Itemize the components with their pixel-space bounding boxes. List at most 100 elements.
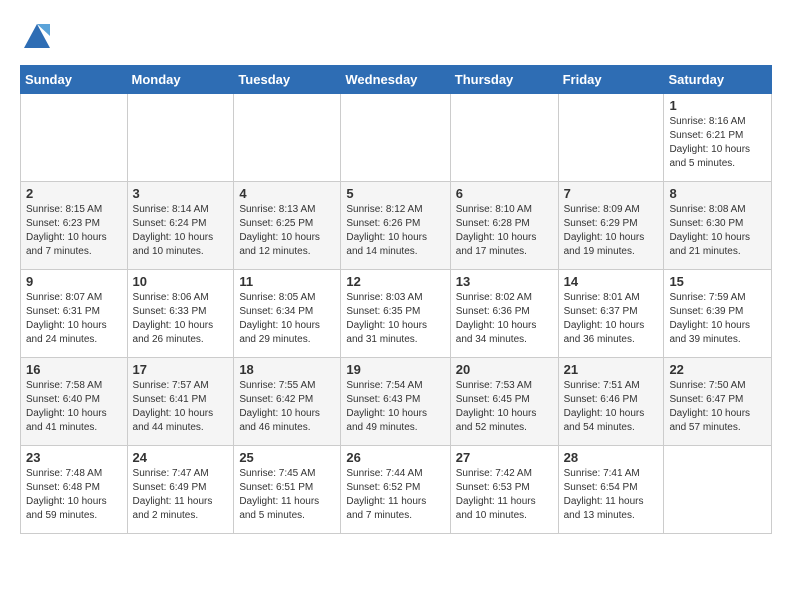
calendar-cell: 19 Sunrise: 7:54 AM Sunset: 6:43 PM Dayli…: [341, 358, 450, 446]
calendar-cell: 28 Sunrise: 7:41 AM Sunset: 6:54 PM Dayli…: [558, 446, 664, 534]
day-info: Sunrise: 7:44 AM Sunset: 6:52 PM Dayligh…: [346, 467, 444, 523]
day-number: 9: [26, 274, 122, 289]
day-number: 7: [564, 186, 659, 201]
day-info: Sunrise: 8:14 AM Sunset: 6:24 PM Dayligh…: [133, 203, 229, 259]
calendar-cell: [21, 94, 128, 182]
day-number: 11: [239, 274, 335, 289]
day-info: Sunrise: 7:48 AM Sunset: 6:48 PM Dayligh…: [26, 467, 122, 523]
calendar-cell: 3 Sunrise: 8:14 AM Sunset: 6:24 PM Daylig…: [127, 182, 234, 270]
day-number: 24: [133, 450, 229, 465]
calendar-cell: [558, 94, 664, 182]
day-number: 15: [669, 274, 766, 289]
calendar-cell: 4Sunrise: 8:13 AM Sunset: 6:25 PM Daylig…: [234, 182, 341, 270]
calendar-week-5: 23 Sunrise: 7:48 AM Sunset: 6:48 PM Dayli…: [21, 446, 772, 534]
day-info: Sunrise: 8:07 AM Sunset: 6:31 PM Dayligh…: [26, 291, 122, 347]
day-number: 20: [456, 362, 553, 377]
calendar-cell: 27 Sunrise: 7:42 AM Sunset: 6:53 PM Dayli…: [450, 446, 558, 534]
calendar-cell: 20 Sunrise: 7:53 AM Sunset: 6:45 PM Dayli…: [450, 358, 558, 446]
calendar-cell: 12 Sunrise: 8:03 AM Sunset: 6:35 PM Dayli…: [341, 270, 450, 358]
calendar-cell: 16 Sunrise: 7:58 AM Sunset: 6:40 PM Dayli…: [21, 358, 128, 446]
calendar-cell: 8 Sunrise: 8:08 AM Sunset: 6:30 PM Daylig…: [664, 182, 772, 270]
calendar-cell: 25 Sunrise: 7:45 AM Sunset: 6:51 PM Dayli…: [234, 446, 341, 534]
weekday-header-thursday: Thursday: [450, 66, 558, 94]
weekday-header-tuesday: Tuesday: [234, 66, 341, 94]
weekday-header-sunday: Sunday: [21, 66, 128, 94]
day-number: 22: [669, 362, 766, 377]
day-number: 21: [564, 362, 659, 377]
day-number: 16: [26, 362, 122, 377]
calendar-cell: 1 Sunrise: 8:16 AM Sunset: 6:21 PM Daylig…: [664, 94, 772, 182]
day-info: Sunrise: 8:10 AM Sunset: 6:28 PM Dayligh…: [456, 203, 553, 259]
day-info: Sunrise: 8:03 AM Sunset: 6:35 PM Dayligh…: [346, 291, 444, 347]
day-info: Sunrise: 7:50 AM Sunset: 6:47 PM Dayligh…: [669, 379, 766, 435]
day-info: Sunrise: 8:16 AM Sunset: 6:21 PM Dayligh…: [669, 115, 766, 171]
calendar-cell: 26 Sunrise: 7:44 AM Sunset: 6:52 PM Dayli…: [341, 446, 450, 534]
day-number: 14: [564, 274, 659, 289]
calendar-cell: 14Sunrise: 8:01 AM Sunset: 6:37 PM Dayli…: [558, 270, 664, 358]
calendar-week-1: 1 Sunrise: 8:16 AM Sunset: 6:21 PM Daylig…: [21, 94, 772, 182]
day-info: Sunrise: 7:59 AM Sunset: 6:39 PM Dayligh…: [669, 291, 766, 347]
day-info: Sunrise: 7:57 AM Sunset: 6:41 PM Dayligh…: [133, 379, 229, 435]
calendar-cell: [127, 94, 234, 182]
calendar-cell: 24 Sunrise: 7:47 AM Sunset: 6:49 PM Dayli…: [127, 446, 234, 534]
day-number: 8: [669, 186, 766, 201]
day-number: 12: [346, 274, 444, 289]
day-number: 1: [669, 98, 766, 113]
day-info: Sunrise: 7:41 AM Sunset: 6:54 PM Dayligh…: [564, 467, 659, 523]
calendar-cell: 13 Sunrise: 8:02 AM Sunset: 6:36 PM Dayli…: [450, 270, 558, 358]
calendar-cell: 2Sunrise: 8:15 AM Sunset: 6:23 PM Daylig…: [21, 182, 128, 270]
day-number: 3: [133, 186, 229, 201]
calendar-cell: [341, 94, 450, 182]
day-info: Sunrise: 7:42 AM Sunset: 6:53 PM Dayligh…: [456, 467, 553, 523]
calendar-table: SundayMondayTuesdayWednesdayThursdayFrid…: [20, 65, 772, 534]
day-info: Sunrise: 7:53 AM Sunset: 6:45 PM Dayligh…: [456, 379, 553, 435]
day-number: 5: [346, 186, 444, 201]
calendar-cell: 5 Sunrise: 8:12 AM Sunset: 6:26 PM Daylig…: [341, 182, 450, 270]
calendar-cell: 23 Sunrise: 7:48 AM Sunset: 6:48 PM Dayli…: [21, 446, 128, 534]
calendar-cell: [664, 446, 772, 534]
day-info: Sunrise: 7:47 AM Sunset: 6:49 PM Dayligh…: [133, 467, 229, 523]
calendar-cell: 9 Sunrise: 8:07 AM Sunset: 6:31 PM Daylig…: [21, 270, 128, 358]
day-info: Sunrise: 8:02 AM Sunset: 6:36 PM Dayligh…: [456, 291, 553, 347]
weekday-header-saturday: Saturday: [664, 66, 772, 94]
day-info: Sunrise: 7:58 AM Sunset: 6:40 PM Dayligh…: [26, 379, 122, 435]
weekday-header-wednesday: Wednesday: [341, 66, 450, 94]
day-number: 25: [239, 450, 335, 465]
calendar-cell: 22 Sunrise: 7:50 AM Sunset: 6:47 PM Dayli…: [664, 358, 772, 446]
calendar-cell: 21 Sunrise: 7:51 AM Sunset: 6:46 PM Dayli…: [558, 358, 664, 446]
calendar-cell: 6 Sunrise: 8:10 AM Sunset: 6:28 PM Daylig…: [450, 182, 558, 270]
logo-icon: [22, 20, 52, 50]
weekday-header-friday: Friday: [558, 66, 664, 94]
calendar-cell: 10 Sunrise: 8:06 AM Sunset: 6:33 PM Dayli…: [127, 270, 234, 358]
calendar-body: 1 Sunrise: 8:16 AM Sunset: 6:21 PM Daylig…: [21, 94, 772, 534]
calendar-cell: [450, 94, 558, 182]
day-number: 6: [456, 186, 553, 201]
calendar-cell: 15 Sunrise: 7:59 AM Sunset: 6:39 PM Dayli…: [664, 270, 772, 358]
day-info: Sunrise: 7:55 AM Sunset: 6:42 PM Dayligh…: [239, 379, 335, 435]
calendar-cell: 18 Sunrise: 7:55 AM Sunset: 6:42 PM Dayli…: [234, 358, 341, 446]
day-info: Sunrise: 7:45 AM Sunset: 6:51 PM Dayligh…: [239, 467, 335, 523]
day-info: Sunrise: 8:05 AM Sunset: 6:34 PM Dayligh…: [239, 291, 335, 347]
day-info: Sunrise: 8:12 AM Sunset: 6:26 PM Dayligh…: [346, 203, 444, 259]
weekday-header-monday: Monday: [127, 66, 234, 94]
day-number: 19: [346, 362, 444, 377]
page-header: [20, 20, 772, 55]
calendar-cell: 11 Sunrise: 8:05 AM Sunset: 6:34 PM Dayli…: [234, 270, 341, 358]
calendar-cell: 7Sunrise: 8:09 AM Sunset: 6:29 PM Daylig…: [558, 182, 664, 270]
day-number: 26: [346, 450, 444, 465]
day-number: 18: [239, 362, 335, 377]
calendar-week-4: 16 Sunrise: 7:58 AM Sunset: 6:40 PM Dayli…: [21, 358, 772, 446]
day-info: Sunrise: 7:54 AM Sunset: 6:43 PM Dayligh…: [346, 379, 444, 435]
day-number: 28: [564, 450, 659, 465]
day-info: Sunrise: 7:51 AM Sunset: 6:46 PM Dayligh…: [564, 379, 659, 435]
calendar-header: SundayMondayTuesdayWednesdayThursdayFrid…: [21, 66, 772, 94]
day-number: 23: [26, 450, 122, 465]
day-number: 17: [133, 362, 229, 377]
logo: [20, 20, 52, 55]
day-info: Sunrise: 8:08 AM Sunset: 6:30 PM Dayligh…: [669, 203, 766, 259]
day-number: 10: [133, 274, 229, 289]
day-number: 13: [456, 274, 553, 289]
day-number: 2: [26, 186, 122, 201]
day-number: 27: [456, 450, 553, 465]
day-info: Sunrise: 8:06 AM Sunset: 6:33 PM Dayligh…: [133, 291, 229, 347]
